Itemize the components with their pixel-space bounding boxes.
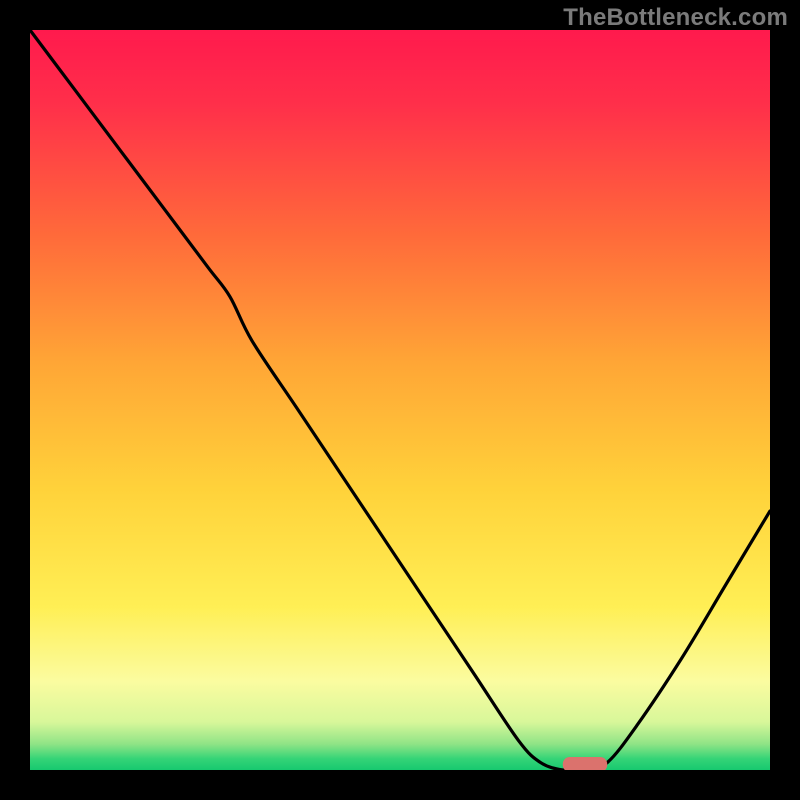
chart-frame: TheBottleneck.com bbox=[0, 0, 800, 800]
plot-background bbox=[30, 30, 770, 770]
optimal-marker[interactable] bbox=[563, 757, 607, 772]
frame-right bbox=[770, 0, 800, 800]
bottleneck-chart bbox=[0, 0, 800, 800]
watermark-text: TheBottleneck.com bbox=[563, 4, 788, 32]
frame-bottom bbox=[0, 770, 800, 800]
frame-left bbox=[0, 0, 30, 800]
